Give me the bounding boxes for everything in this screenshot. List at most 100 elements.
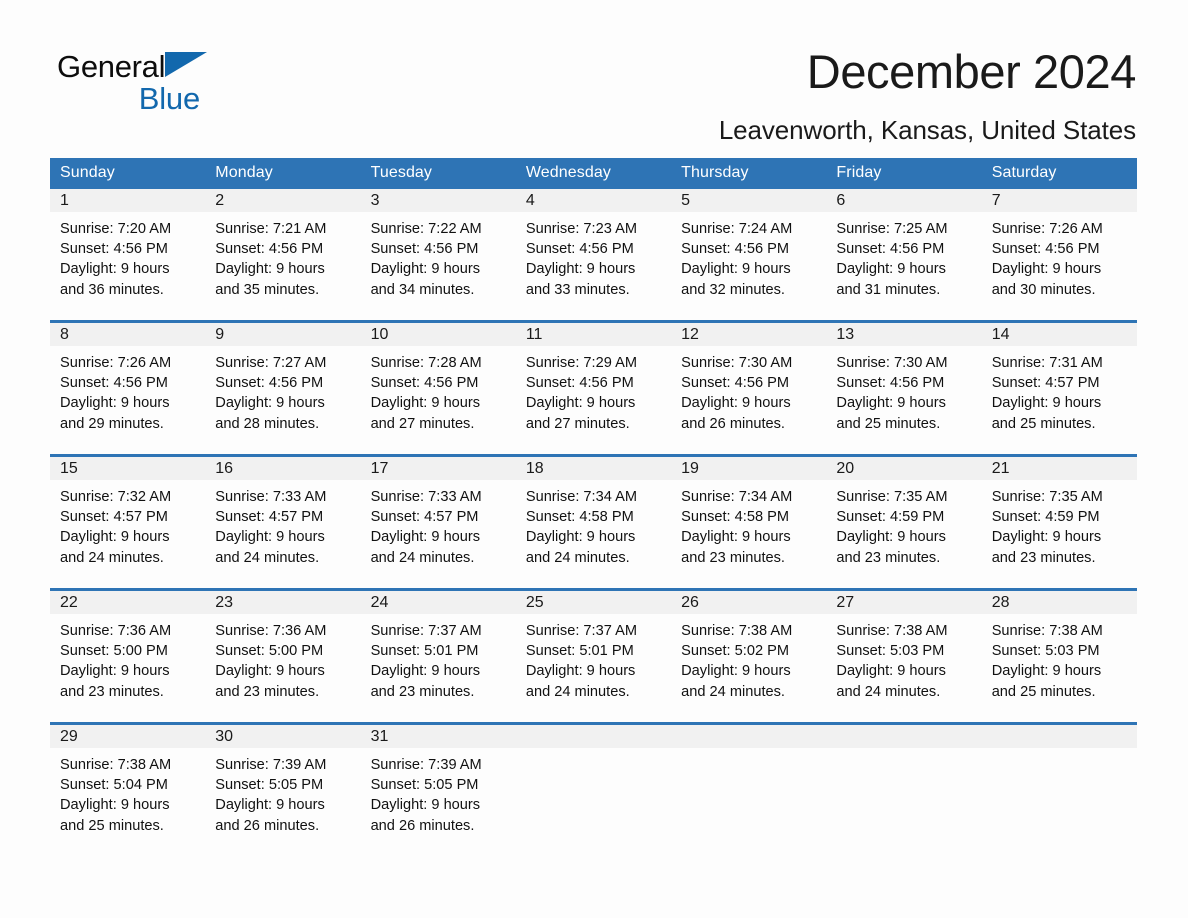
calendar-day-cell[interactable]: 6 Sunrise: 7:25 AM Sunset: 4:56 PM Daylig… [826, 189, 982, 322]
calendar-day-cell[interactable]: 17 Sunrise: 7:33 AM Sunset: 4:57 PM Dayli… [360, 454, 516, 590]
calendar-day-cell[interactable]: 29 Sunrise: 7:38 AM Sunset: 5:04 PM Dayli… [50, 722, 206, 856]
day-number-band: 5 [671, 189, 827, 212]
calendar-table: Sunday Monday Tuesday Wednesday Thursday… [50, 158, 1137, 856]
day-number: 15 [60, 459, 78, 477]
calendar-day-cell[interactable]: 4 Sunrise: 7:23 AM Sunset: 4:56 PM Daylig… [515, 189, 672, 322]
calendar-day-cell[interactable]: 9 Sunrise: 7:27 AM Sunset: 4:56 PM Daylig… [205, 320, 361, 456]
weekday-header-sunday: Sunday [50, 158, 206, 189]
day-number: 21 [991, 459, 1010, 477]
day-cell-content: 14 Sunrise: 7:31 AM Sunset: 4:57 PM Dayli… [981, 323, 1137, 454]
calendar-day-cell[interactable]: 20 Sunrise: 7:35 AM Sunset: 4:59 PM Dayli… [826, 454, 982, 590]
day-cell-content: 15 Sunrise: 7:32 AM Sunset: 4:57 PM Dayli… [50, 457, 206, 588]
day-number: 19 [681, 459, 699, 477]
calendar-day-cell[interactable]: 24 Sunrise: 7:37 AM Sunset: 5:01 PM Dayli… [360, 588, 516, 724]
day-number: 28 [991, 593, 1010, 611]
day-number: 20 [836, 459, 855, 477]
day-cell-content: 10 Sunrise: 7:28 AM Sunset: 4:56 PM Dayli… [360, 323, 516, 454]
calendar-day-cell[interactable]: 15 Sunrise: 7:32 AM Sunset: 4:57 PM Dayli… [50, 454, 206, 590]
day-number-band: 26 [671, 591, 827, 614]
day-number: 13 [836, 325, 855, 343]
day-number: 6 [836, 191, 846, 209]
calendar-day-cell[interactable]: 19 Sunrise: 7:34 AM Sunset: 4:58 PM Dayli… [671, 454, 827, 590]
calendar-week-row: 29 Sunrise: 7:38 AM Sunset: 5:04 PM Dayli… [50, 722, 1137, 856]
logo-top-row: General [57, 50, 217, 88]
day-sun-info: Sunrise: 7:35 AM Sunset: 4:59 PM Dayligh… [836, 489, 948, 566]
day-cell-content [671, 725, 827, 856]
calendar-day-cell[interactable]: 3 Sunrise: 7:22 AM Sunset: 4:56 PM Daylig… [360, 189, 516, 322]
calendar-day-cell[interactable]: 12 Sunrise: 7:30 AM Sunset: 4:56 PM Dayli… [671, 320, 827, 456]
day-number: 7 [991, 191, 1001, 209]
calendar-day-cell[interactable]: 2 Sunrise: 7:21 AM Sunset: 4:56 PM Daylig… [205, 189, 361, 322]
day-number: 29 [60, 727, 78, 745]
day-number-band: 31 [360, 725, 516, 748]
calendar-day-cell[interactable]: 7 Sunrise: 7:26 AM Sunset: 4:56 PM Daylig… [981, 189, 1137, 322]
day-number: 5 [681, 191, 691, 209]
day-cell-content: 16 Sunrise: 7:33 AM Sunset: 4:57 PM Dayli… [205, 457, 361, 588]
day-number: 22 [60, 593, 78, 611]
day-cell-content: 24 Sunrise: 7:37 AM Sunset: 5:01 PM Dayli… [360, 591, 516, 722]
title-block: December 2024 Leavenworth, Kansas, Unite… [436, 44, 1137, 146]
calendar-day-cell[interactable]: 13 Sunrise: 7:30 AM Sunset: 4:56 PM Dayli… [826, 320, 982, 456]
day-number-band: 28 [981, 591, 1137, 614]
calendar-day-cell[interactable]: 22 Sunrise: 7:36 AM Sunset: 5:00 PM Dayli… [50, 588, 206, 724]
calendar-header-row: Sunday Monday Tuesday Wednesday Thursday… [50, 158, 1137, 189]
day-sun-info: Sunrise: 7:33 AM Sunset: 4:57 PM Dayligh… [215, 489, 327, 566]
calendar-day-cell-empty [981, 722, 1137, 856]
day-number: 17 [370, 459, 389, 477]
calendar-day-cell[interactable]: 18 Sunrise: 7:34 AM Sunset: 4:58 PM Dayli… [515, 454, 672, 590]
calendar-day-cell-empty [671, 722, 827, 856]
day-number-band: 8 [50, 323, 206, 346]
calendar-day-cell[interactable]: 27 Sunrise: 7:38 AM Sunset: 5:03 PM Dayli… [826, 588, 982, 724]
weekday-header-wednesday: Wednesday [515, 158, 672, 189]
day-number-band: 10 [360, 323, 516, 346]
day-sun-info: Sunrise: 7:36 AM Sunset: 5:00 PM Dayligh… [60, 623, 172, 700]
calendar-day-cell[interactable]: 8 Sunrise: 7:26 AM Sunset: 4:56 PM Daylig… [50, 320, 206, 456]
day-number-band: 13 [826, 323, 982, 346]
day-number-band: 11 [515, 323, 672, 346]
calendar-day-cell[interactable]: 11 Sunrise: 7:29 AM Sunset: 4:56 PM Dayli… [515, 320, 672, 456]
calendar-day-cell-empty [515, 722, 672, 856]
day-cell-content [826, 725, 982, 856]
day-cell-content: 3 Sunrise: 7:22 AM Sunset: 4:56 PM Daylig… [360, 189, 516, 320]
calendar-body: 1 Sunrise: 7:20 AM Sunset: 4:56 PM Daylig… [50, 189, 1137, 856]
day-sun-info: Sunrise: 7:38 AM Sunset: 5:03 PM Dayligh… [991, 623, 1103, 700]
day-number: 16 [215, 459, 234, 477]
calendar-day-cell[interactable]: 23 Sunrise: 7:36 AM Sunset: 5:00 PM Dayli… [205, 588, 361, 724]
calendar-day-cell[interactable]: 5 Sunrise: 7:24 AM Sunset: 4:56 PM Daylig… [671, 189, 827, 322]
day-number: 9 [215, 325, 225, 343]
day-number-band: 16 [205, 457, 361, 480]
calendar-day-cell[interactable]: 1 Sunrise: 7:20 AM Sunset: 4:56 PM Daylig… [50, 189, 206, 322]
day-number-band: 30 [205, 725, 361, 748]
day-cell-content [981, 725, 1137, 856]
day-cell-content: 25 Sunrise: 7:37 AM Sunset: 5:01 PM Dayli… [515, 591, 672, 722]
calendar-day-cell[interactable]: 25 Sunrise: 7:37 AM Sunset: 5:01 PM Dayli… [515, 588, 672, 724]
day-cell-content: 18 Sunrise: 7:34 AM Sunset: 4:58 PM Dayli… [515, 457, 672, 588]
day-sun-info: Sunrise: 7:37 AM Sunset: 5:01 PM Dayligh… [370, 623, 482, 700]
calendar-day-cell[interactable]: 16 Sunrise: 7:33 AM Sunset: 4:57 PM Dayli… [205, 454, 361, 590]
day-number: 1 [60, 191, 69, 209]
day-number-band: 9 [205, 323, 361, 346]
calendar-day-cell[interactable]: 26 Sunrise: 7:38 AM Sunset: 5:02 PM Dayli… [671, 588, 827, 724]
calendar-day-cell[interactable]: 21 Sunrise: 7:35 AM Sunset: 4:59 PM Dayli… [981, 454, 1137, 590]
day-cell-content: 28 Sunrise: 7:38 AM Sunset: 5:03 PM Dayli… [981, 591, 1137, 722]
generalblue-logo[interactable]: General Blue [57, 50, 217, 120]
day-number-band: 4 [515, 189, 672, 212]
day-number-band: 6 [826, 189, 982, 212]
day-sun-info [982, 748, 1137, 755]
calendar-day-cell[interactable]: 30 Sunrise: 7:39 AM Sunset: 5:05 PM Dayli… [205, 722, 361, 856]
day-cell-content: 5 Sunrise: 7:24 AM Sunset: 4:56 PM Daylig… [671, 189, 827, 320]
calendar-day-cell[interactable]: 31 Sunrise: 7:39 AM Sunset: 5:05 PM Dayli… [360, 722, 516, 856]
day-number-band: 29 [50, 725, 206, 748]
day-number-band: 7 [981, 189, 1137, 212]
day-number-band: 17 [360, 457, 516, 480]
day-cell-content: 22 Sunrise: 7:36 AM Sunset: 5:00 PM Dayli… [50, 591, 206, 722]
calendar-day-cell[interactable]: 14 Sunrise: 7:31 AM Sunset: 4:57 PM Dayli… [981, 320, 1137, 456]
day-cell-content: 8 Sunrise: 7:26 AM Sunset: 4:56 PM Daylig… [50, 323, 206, 454]
calendar-day-cell[interactable]: 10 Sunrise: 7:28 AM Sunset: 4:56 PM Dayli… [360, 320, 516, 456]
calendar-day-cell[interactable]: 28 Sunrise: 7:38 AM Sunset: 5:03 PM Dayli… [981, 588, 1137, 724]
day-sun-info: Sunrise: 7:28 AM Sunset: 4:56 PM Dayligh… [370, 355, 482, 432]
calendar-week-row: 15 Sunrise: 7:32 AM Sunset: 4:57 PM Dayli… [50, 454, 1137, 590]
day-number-band: 23 [205, 591, 361, 614]
day-number-band [981, 725, 1137, 748]
logo-triangle-icon [165, 52, 208, 77]
